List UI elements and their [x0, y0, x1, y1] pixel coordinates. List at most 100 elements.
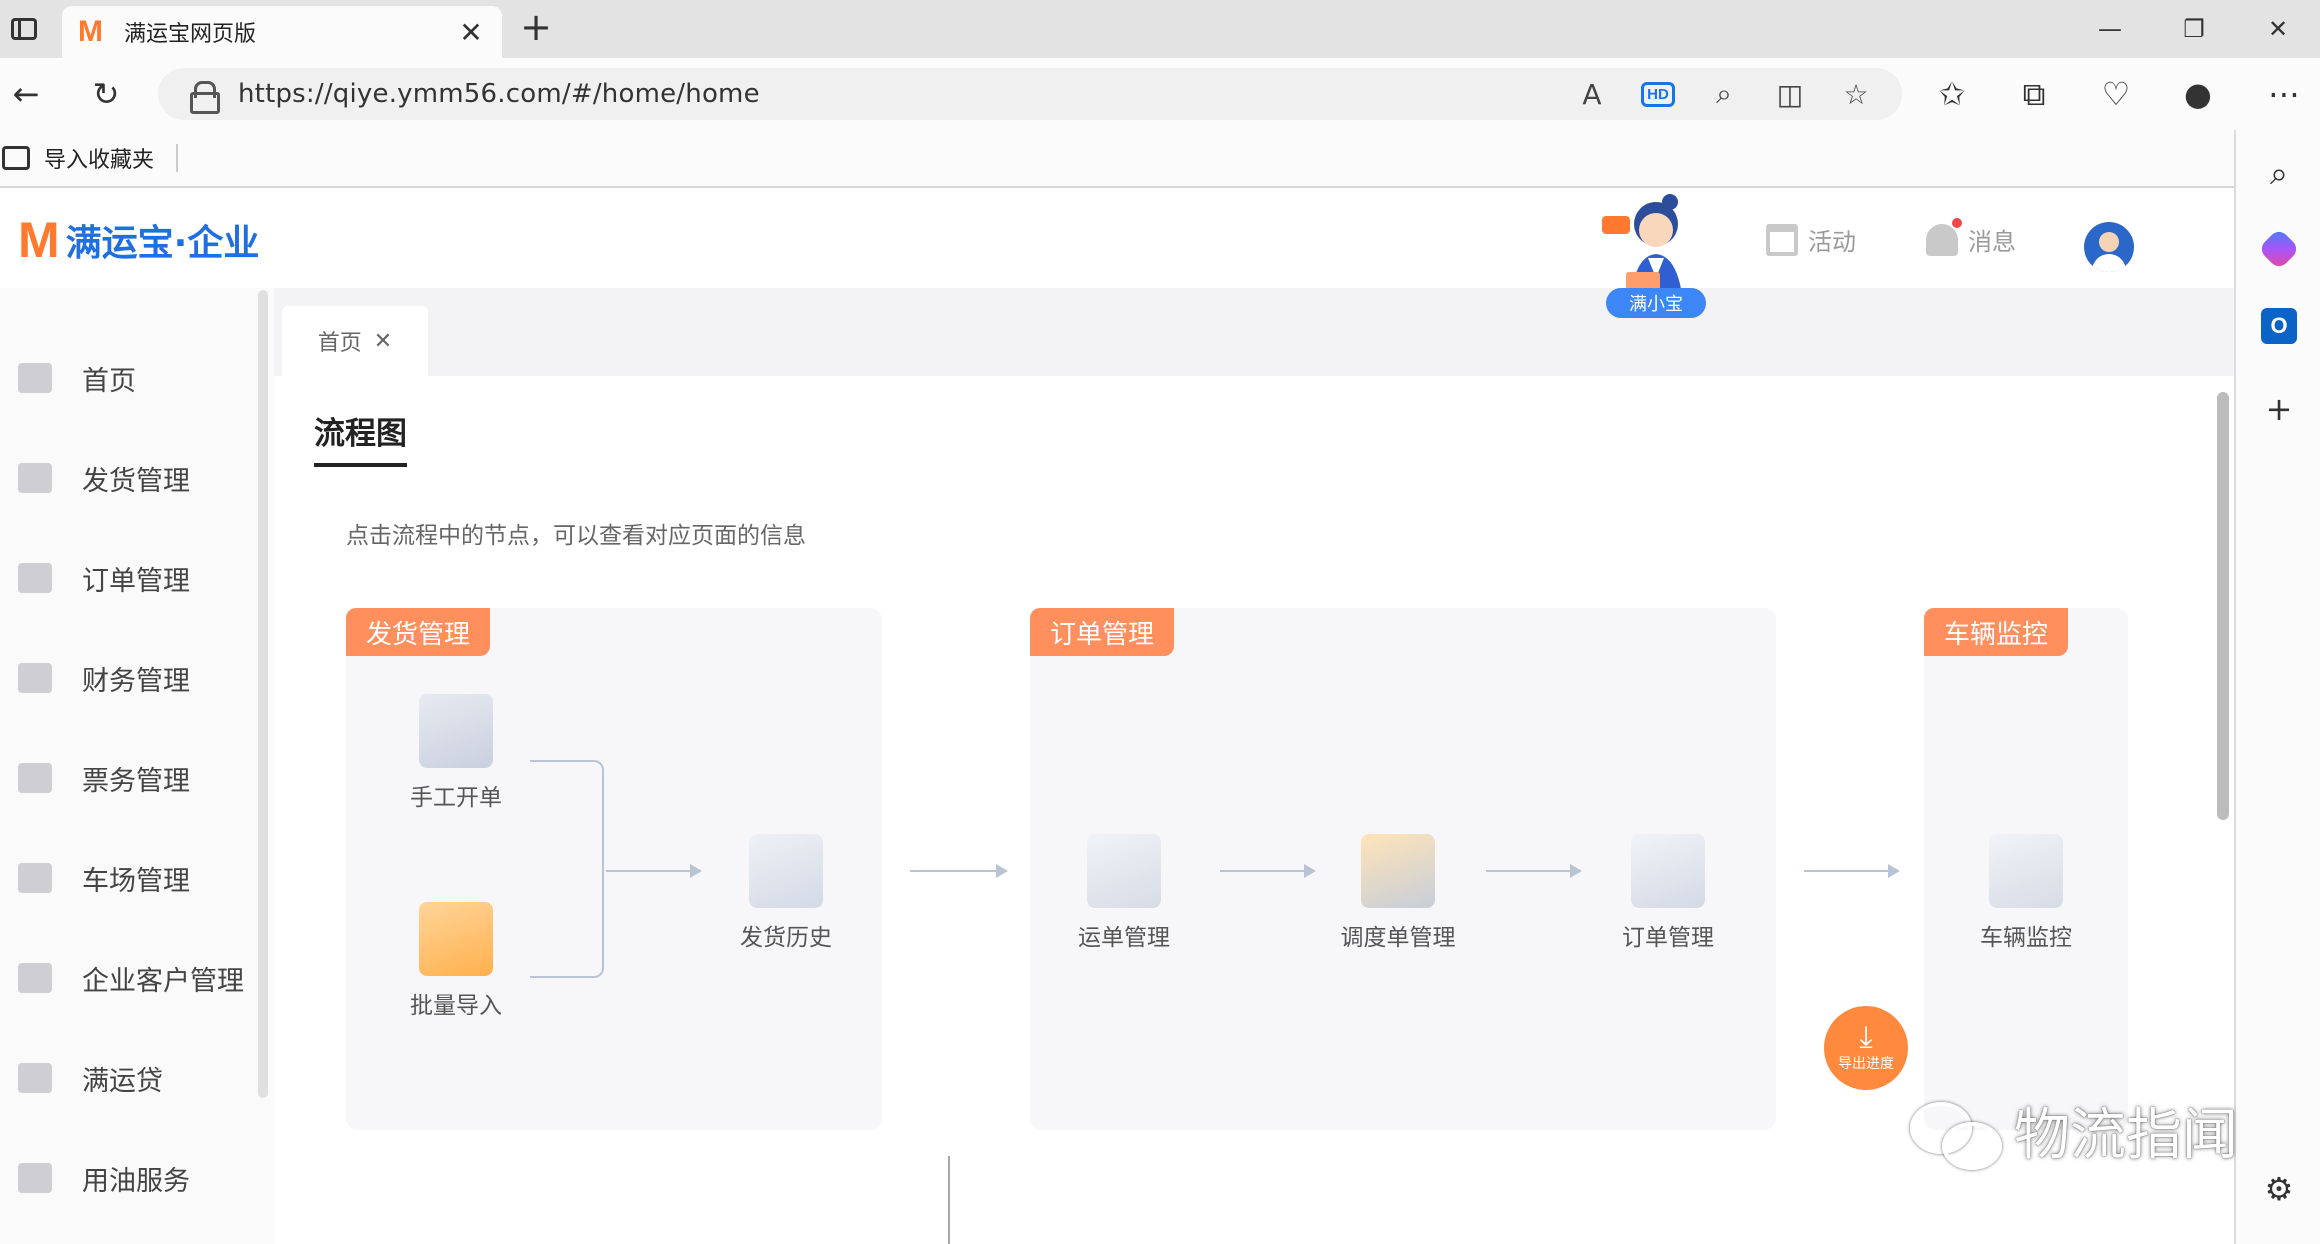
node-label: 发货历史	[740, 925, 832, 951]
node-order[interactable]: 订单管理	[1598, 834, 1738, 952]
node-waybill[interactable]: 运单管理	[1054, 834, 1194, 952]
merge-connector	[530, 760, 604, 978]
mascot-label[interactable]: 满小宝	[1606, 288, 1706, 318]
menu-item-label: 首页	[82, 365, 136, 397]
tab-close-icon[interactable]: ✕	[374, 329, 392, 354]
favorites-icon[interactable]: ✩	[1930, 72, 1974, 116]
window-controls: — ❐ ✕	[2068, 0, 2320, 58]
address-bar-icons: A HD ⌕ ◫ ☆	[1570, 74, 1878, 114]
home-icon	[18, 363, 52, 393]
copilot-icon[interactable]	[2257, 227, 2301, 271]
node-vehicle-monitor[interactable]: 车辆监控	[1956, 834, 2096, 952]
web-page: M 满运宝·企业 满小宝 活动 消息 首页 发货管理 订单管理 财务管理 票务管…	[0, 188, 2234, 1244]
scrollbar-thumb[interactable]	[2217, 392, 2229, 820]
messages-label: 消息	[1968, 228, 2016, 256]
download-icon: ⤓	[1859, 1020, 1873, 1055]
truck-icon	[1361, 834, 1435, 908]
outlook-icon[interactable]: O	[2261, 308, 2297, 344]
address-bar[interactable]: https://qiye.ymm56.com/#/home/home A HD …	[158, 68, 1902, 120]
node-dispatch[interactable]: 调度单管理	[1328, 834, 1468, 952]
group-orders: 订单管理 运单管理 调度单管理 订单管理	[1030, 608, 1776, 1130]
menu-item-fuel[interactable]: 用油服务	[0, 1148, 258, 1208]
side-menu-scrollbar[interactable]	[258, 290, 268, 1098]
export-progress-button[interactable]: ⤓ 导出进度	[1824, 1006, 1908, 1090]
profile-icon[interactable]: ●	[2176, 72, 2220, 116]
menu-item-customers[interactable]: 企业客户管理	[0, 948, 258, 1008]
tab-close-icon[interactable]: ✕	[456, 16, 486, 49]
menu-item-label: 发货管理	[82, 465, 190, 497]
favorites-separator	[176, 144, 179, 172]
minimize-icon[interactable]: —	[2068, 0, 2152, 58]
order-icon	[18, 563, 52, 593]
tab-favicon: M	[78, 15, 103, 48]
node-label: 调度单管理	[1340, 925, 1456, 951]
messages-button[interactable]: 消息	[1926, 217, 2016, 257]
wallet-icon	[18, 663, 52, 693]
customer-icon	[18, 963, 52, 993]
map-pin-icon	[1989, 834, 2063, 908]
back-icon[interactable]: ←	[4, 72, 48, 116]
refresh-icon[interactable]: ↻	[84, 72, 128, 116]
wechat-icon	[1910, 1096, 2002, 1170]
hd-icon[interactable]: HD	[1636, 74, 1680, 114]
shipping-icon	[18, 463, 52, 493]
flow-arrow	[1486, 864, 1582, 878]
menu-item-finance[interactable]: 财务管理	[0, 648, 258, 708]
fuel-icon	[18, 1163, 52, 1193]
menu-item-tickets[interactable]: 票务管理	[0, 748, 258, 808]
app-header: M 满运宝·企业 满小宝 活动 消息	[0, 188, 2234, 318]
new-tab-button[interactable]: +	[518, 8, 554, 46]
lock-icon[interactable]	[190, 81, 220, 114]
more-icon[interactable]: ⋯	[2262, 72, 2306, 116]
health-icon[interactable]: ♡	[2094, 72, 2138, 116]
close-window-icon[interactable]: ✕	[2236, 0, 2320, 58]
flow-arrow	[910, 864, 1008, 878]
node-manual-order[interactable]: 手工开单	[386, 694, 526, 812]
watermark-text: 物流指闻	[2014, 1103, 2238, 1168]
activity-button[interactable]: 活动	[1766, 222, 1856, 257]
order-icon	[1631, 834, 1705, 908]
menu-item-yard[interactable]: 车场管理	[0, 848, 258, 908]
ticket-icon	[18, 763, 52, 793]
sidebar-settings-icon[interactable]: ⚙	[2256, 1166, 2302, 1212]
app-logo[interactable]: M 满运宝·企业	[18, 214, 259, 266]
node-label: 订单管理	[1622, 925, 1714, 951]
import-favorites-icon	[2, 146, 30, 170]
notification-dot	[1952, 217, 1962, 228]
menu-item-loan[interactable]: 满运贷	[0, 1048, 258, 1108]
restore-icon[interactable]: ❐	[2152, 0, 2236, 58]
export-label: 导出进度	[1838, 1056, 1894, 1072]
add-sidebar-app-icon[interactable]: +	[2256, 386, 2302, 432]
flow-arrow	[1804, 864, 1900, 878]
menu-item-label: 订单管理	[82, 565, 190, 597]
search-icon[interactable]: ⌕	[2256, 150, 2302, 196]
flowchart-hint: 点击流程中的节点，可以查看对应页面的信息	[346, 523, 806, 549]
menu-item-home[interactable]: 首页	[0, 348, 258, 408]
import-favorites-link[interactable]: 导入收藏夹	[44, 142, 154, 174]
side-menu: 首页 发货管理 订单管理 财务管理 票务管理 车场管理 企业客户管理 满运贷 用…	[0, 288, 274, 1244]
gift-icon	[1766, 223, 1798, 256]
collections-icon[interactable]: ⧉	[2012, 72, 2056, 116]
browser-tab[interactable]: M 满运宝网页版 ✕	[62, 6, 502, 58]
node-shipping-history[interactable]: 发货历史	[716, 834, 856, 952]
favorites-bar: 导入收藏夹	[0, 130, 2234, 188]
flowchart-title: 流程图	[314, 408, 407, 467]
menu-item-label: 车场管理	[82, 865, 190, 897]
tab-actions-menu-icon[interactable]	[6, 12, 42, 46]
browser-tab-strip: M 满运宝网页版 ✕ + — ❐ ✕	[0, 0, 2320, 58]
group-tag: 车辆监控	[1924, 608, 2069, 656]
menu-item-orders[interactable]: 订单管理	[0, 548, 258, 608]
add-favorite-icon[interactable]: ☆	[1834, 74, 1878, 114]
user-avatar[interactable]	[2084, 222, 2134, 272]
split-screen-icon[interactable]: ◫	[1768, 74, 1812, 114]
tab-label: 首页	[317, 331, 362, 356]
history-icon	[749, 834, 823, 908]
node-batch-import[interactable]: 批量导入	[386, 902, 526, 1020]
url-text[interactable]: https://qiye.ymm56.com/#/home/home	[238, 79, 760, 109]
tab-home[interactable]: 首页 ✕	[282, 306, 428, 376]
menu-item-shipping[interactable]: 发货管理	[0, 448, 258, 508]
zoom-icon[interactable]: ⌕	[1702, 74, 1746, 114]
flow-arrow	[1220, 864, 1316, 878]
node-label: 批量导入	[410, 993, 502, 1019]
read-aloud-icon[interactable]: A	[1570, 74, 1614, 114]
